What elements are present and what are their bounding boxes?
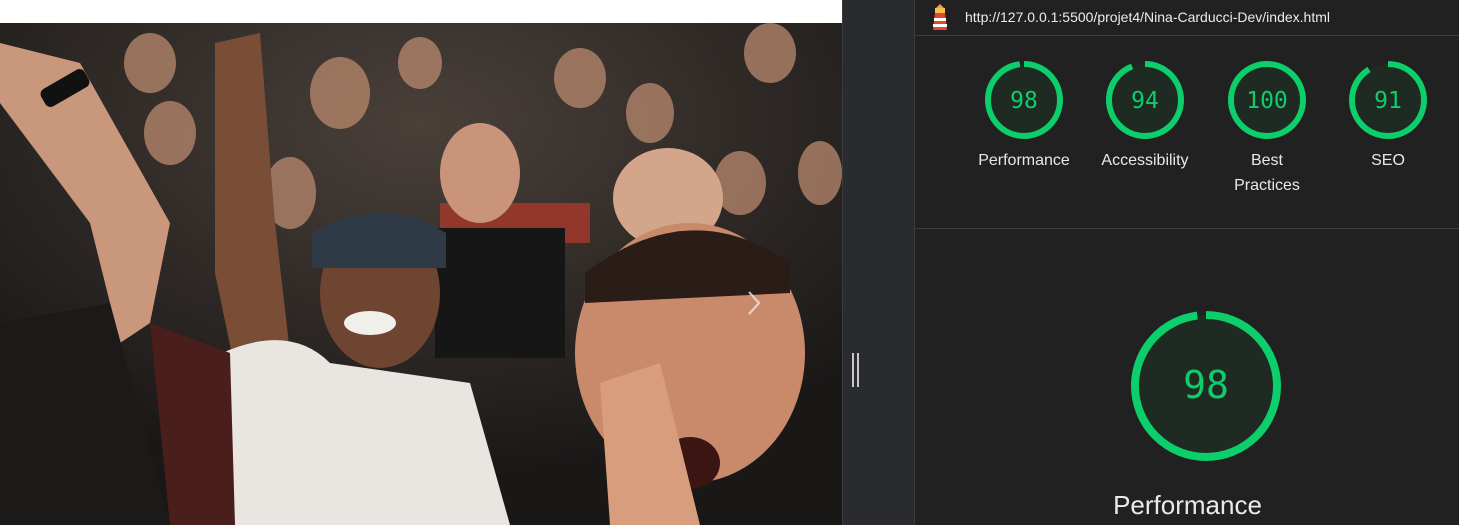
focus-category-title: Performance xyxy=(1113,490,1262,520)
report-url-bar: http://127.0.0.1:5500/projet4/Nina-Cardu… xyxy=(915,0,1459,36)
score-ring: 98 xyxy=(985,61,1063,139)
page-viewport xyxy=(0,0,842,525)
gauge-seo[interactable]: 91 SEO xyxy=(1328,60,1448,220)
score-value: 98 xyxy=(1010,88,1038,114)
devtools-splitter xyxy=(842,0,915,525)
gauge-label: Performance xyxy=(978,152,1070,169)
score-gauges: 98 Performance 94 Accessibility 100 Best… xyxy=(915,36,1459,229)
gauge-label: Best Practices xyxy=(1234,152,1300,194)
focus-score-value: 98 xyxy=(1183,363,1229,407)
hero-carousel xyxy=(0,23,842,525)
score-value: 91 xyxy=(1374,88,1402,114)
score-ring: 94 xyxy=(1106,61,1184,139)
gauge-accessibility[interactable]: 94 Accessibility xyxy=(1085,60,1205,220)
report-url[interactable]: http://127.0.0.1:5500/projet4/Nina-Cardu… xyxy=(965,9,1330,25)
carousel-next-button[interactable] xyxy=(740,281,768,325)
score-value: 94 xyxy=(1131,88,1159,114)
score-ring: 91 xyxy=(1349,61,1427,139)
concert-crowd-photo xyxy=(0,23,842,525)
gauge-label: Accessibility xyxy=(1101,152,1189,169)
score-value: 100 xyxy=(1246,88,1288,114)
chevron-right-icon xyxy=(748,291,761,315)
lighthouse-icon xyxy=(933,4,947,30)
lighthouse-report: http://127.0.0.1:5500/projet4/Nina-Cardu… xyxy=(914,0,1459,525)
gauge-label: SEO xyxy=(1371,152,1405,169)
score-ring: 100 xyxy=(1228,61,1306,139)
gauge-performance[interactable]: 98 Performance xyxy=(964,60,1084,220)
grip-vertical-icon[interactable] xyxy=(852,353,860,387)
gauge-best-practices[interactable]: 100 Best Practices xyxy=(1206,60,1328,220)
performance-focus-gauge: 98 xyxy=(1131,311,1281,461)
